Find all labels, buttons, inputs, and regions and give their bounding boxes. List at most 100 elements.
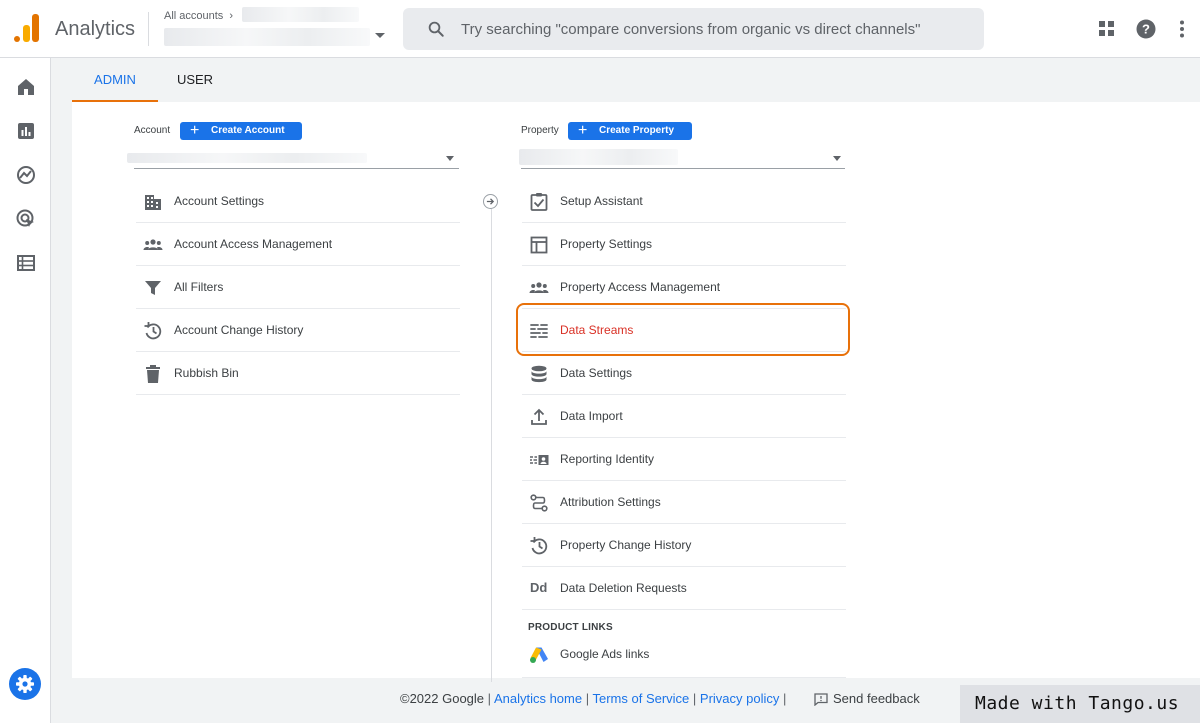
copyright-text: ©2022 Google bbox=[400, 691, 485, 706]
account-change-history-label: Account Change History bbox=[174, 323, 304, 337]
app-title: Analytics bbox=[55, 18, 136, 40]
property-name-redacted bbox=[164, 28, 370, 46]
google-ads-links-label: Google Ads links bbox=[560, 647, 650, 661]
reporting-identity-icon bbox=[530, 455, 549, 465]
feedback-icon bbox=[814, 693, 828, 706]
create-account-button[interactable]: + Create Account bbox=[180, 122, 302, 140]
data-deletion-requests-item[interactable]: Dd Data Deletion Requests bbox=[522, 567, 846, 610]
google-ads-icon bbox=[530, 647, 548, 663]
chevron-down-icon bbox=[446, 156, 454, 161]
filter-icon bbox=[145, 281, 161, 295]
top-app-bar: Analytics All accounts › ? bbox=[0, 0, 1200, 58]
send-feedback-button[interactable]: Send feedback bbox=[814, 691, 920, 706]
account-access-management-item[interactable]: Account Access Management bbox=[136, 223, 460, 266]
tab-user[interactable]: USER bbox=[168, 58, 222, 102]
tango-watermark: Made with Tango.us bbox=[960, 685, 1200, 723]
explore-icon[interactable] bbox=[15, 164, 37, 186]
help-icon[interactable]: ? bbox=[1135, 18, 1157, 40]
attribution-settings-item[interactable]: Attribution Settings bbox=[522, 481, 846, 524]
property-column-label: Property bbox=[521, 125, 559, 136]
building-icon bbox=[145, 195, 161, 210]
checklist-icon bbox=[530, 193, 548, 211]
all-accounts-crumb: All accounts bbox=[164, 10, 224, 22]
admin-panel: ADMIN USER Account + Create Account Acco… bbox=[72, 58, 1200, 682]
property-change-history-item[interactable]: Property Change History bbox=[522, 524, 846, 567]
chevron-down-icon bbox=[375, 33, 385, 38]
create-account-label: Create Account bbox=[211, 125, 285, 136]
google-ads-links-item[interactable]: Google Ads links bbox=[522, 633, 846, 678]
account-selector-value-redacted bbox=[127, 153, 367, 163]
rubbish-bin-item[interactable]: Rubbish Bin bbox=[136, 352, 460, 395]
window-layout-icon bbox=[530, 236, 548, 254]
analytics-home-link[interactable]: Analytics home bbox=[494, 691, 582, 706]
column-divider bbox=[491, 206, 492, 682]
property-selector-value-redacted bbox=[519, 149, 678, 165]
data-streams-icon bbox=[530, 324, 548, 338]
data-settings-label: Data Settings bbox=[560, 366, 633, 380]
admin-settings-button[interactable] bbox=[9, 668, 41, 700]
search-bar[interactable] bbox=[403, 8, 984, 50]
advertising-icon[interactable] bbox=[15, 208, 37, 230]
svg-text:?: ? bbox=[1142, 22, 1150, 37]
property-selector-underline bbox=[521, 168, 845, 169]
property-settings-label: Property Settings bbox=[560, 237, 653, 251]
admin-tabs: ADMIN USER bbox=[72, 58, 1200, 102]
footer: ©2022 Google | Analytics home | Terms of… bbox=[400, 691, 787, 706]
people-icon bbox=[143, 239, 163, 250]
reporting-identity-label: Reporting Identity bbox=[560, 452, 655, 466]
analytics-logo[interactable] bbox=[14, 14, 40, 42]
setup-assistant-label: Setup Assistant bbox=[560, 194, 643, 208]
account-breadcrumb: All accounts › bbox=[164, 10, 233, 22]
product-links-heading: PRODUCT LINKS bbox=[528, 622, 613, 633]
plus-icon: + bbox=[190, 122, 200, 139]
people-icon bbox=[529, 282, 549, 293]
trash-icon bbox=[146, 365, 160, 383]
apps-grid-icon[interactable] bbox=[1096, 18, 1118, 40]
data-deletion-requests-label: Data Deletion Requests bbox=[560, 581, 687, 595]
search-icon bbox=[428, 21, 444, 37]
history-icon bbox=[144, 322, 162, 340]
account-settings-item[interactable]: Account Settings bbox=[136, 180, 460, 223]
attribution-settings-label: Attribution Settings bbox=[560, 495, 661, 509]
history-icon bbox=[530, 537, 548, 555]
property-change-history-label: Property Change History bbox=[560, 538, 692, 552]
all-filters-label: All Filters bbox=[174, 280, 224, 294]
configure-icon[interactable] bbox=[15, 252, 37, 274]
account-change-history-item[interactable]: Account Change History bbox=[136, 309, 460, 352]
database-icon bbox=[531, 365, 547, 383]
header-divider bbox=[148, 12, 149, 46]
send-feedback-label: Send feedback bbox=[833, 691, 920, 706]
dd-icon: Dd bbox=[530, 580, 548, 595]
data-streams-item[interactable]: Data Streams bbox=[522, 309, 846, 352]
create-property-button[interactable]: + Create Property bbox=[568, 122, 692, 140]
account-selector-underline bbox=[134, 168, 459, 169]
arrow-right-icon bbox=[483, 194, 498, 209]
chevron-right-icon: › bbox=[226, 10, 234, 22]
more-vert-icon[interactable] bbox=[1171, 18, 1193, 40]
search-input[interactable] bbox=[461, 8, 971, 50]
create-property-label: Create Property bbox=[599, 125, 675, 136]
rubbish-bin-label: Rubbish Bin bbox=[174, 366, 239, 380]
settings-gear-icon bbox=[16, 675, 34, 693]
tab-admin[interactable]: ADMIN bbox=[72, 58, 158, 102]
all-filters-item[interactable]: All Filters bbox=[136, 266, 460, 309]
reports-icon[interactable] bbox=[15, 120, 37, 142]
left-nav-rail bbox=[0, 58, 51, 723]
terms-of-service-link[interactable]: Terms of Service bbox=[592, 691, 689, 706]
property-settings-item[interactable]: Property Settings bbox=[522, 223, 846, 266]
plus-icon: + bbox=[578, 122, 588, 139]
data-streams-label: Data Streams bbox=[560, 323, 634, 337]
privacy-policy-link[interactable]: Privacy policy bbox=[700, 691, 779, 706]
reporting-identity-item[interactable]: Reporting Identity bbox=[522, 438, 846, 481]
account-settings-label: Account Settings bbox=[174, 194, 265, 208]
chevron-down-icon bbox=[833, 156, 841, 161]
account-access-management-label: Account Access Management bbox=[174, 237, 333, 251]
home-icon[interactable] bbox=[15, 76, 37, 98]
data-import-item[interactable]: Data Import bbox=[522, 395, 846, 438]
account-column-label: Account bbox=[134, 125, 171, 136]
upload-icon bbox=[531, 408, 547, 425]
setup-assistant-item[interactable]: Setup Assistant bbox=[522, 180, 846, 223]
data-settings-item[interactable]: Data Settings bbox=[522, 352, 846, 395]
property-access-management-item[interactable]: Property Access Management bbox=[522, 266, 846, 309]
data-import-label: Data Import bbox=[560, 409, 623, 423]
